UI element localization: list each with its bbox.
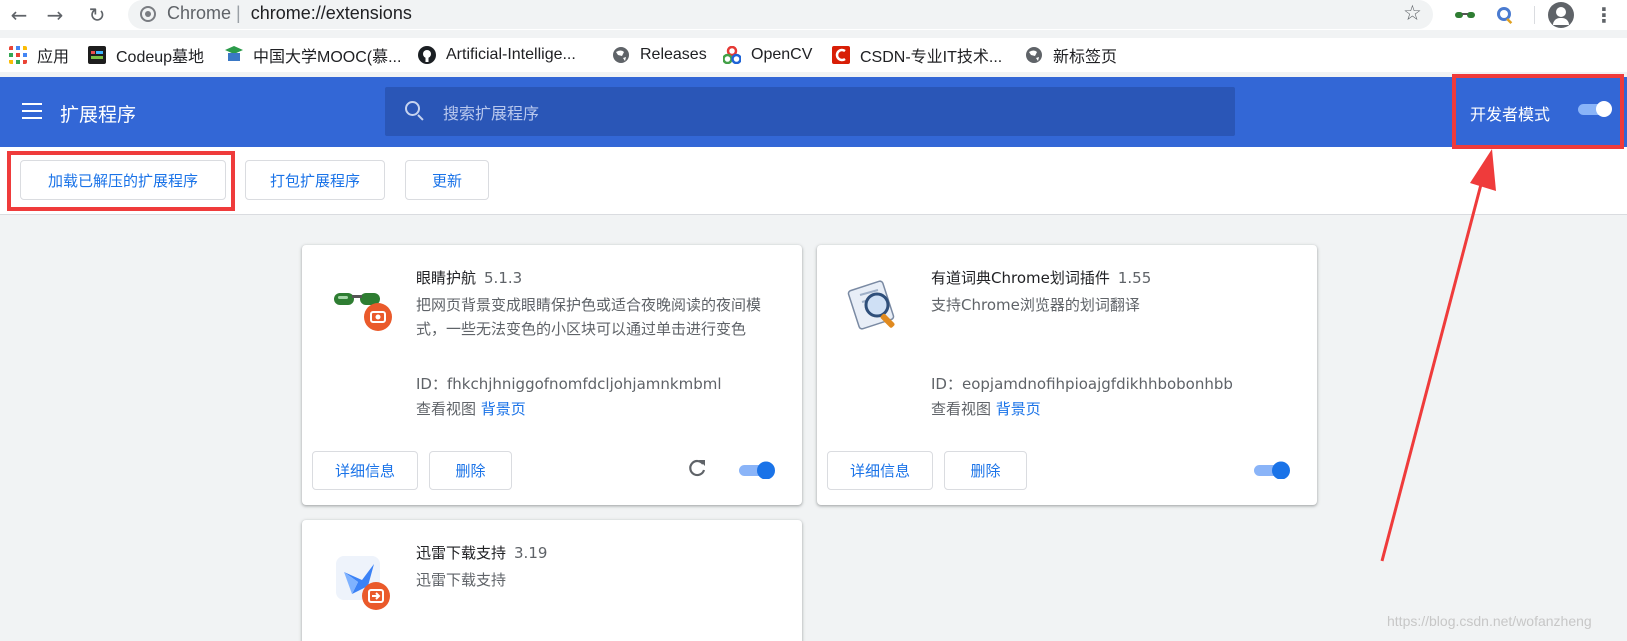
bookmark-apps[interactable]: 应用 xyxy=(9,42,69,68)
extension-name-text: 眼睛护航 xyxy=(416,269,477,287)
reload-extension-icon[interactable] xyxy=(686,457,708,479)
inspect-views: 查看视图 背景页 xyxy=(416,398,526,419)
bookmark-github[interactable]: Artificial-Intellige... xyxy=(418,42,576,68)
extensions-page: ← → ↻ Chrome | chrome://extensions ☆ ⋮ 应… xyxy=(0,0,1627,641)
extension-version: 5.1.3 xyxy=(484,269,523,287)
extension-description: 支持Chrome浏览器的划词翻译 xyxy=(931,296,1140,314)
globe-icon xyxy=(1026,47,1042,63)
id-label: ID： xyxy=(416,375,447,393)
page-title: 扩展程序 xyxy=(60,104,137,126)
views-label: 查看视图 xyxy=(931,400,992,418)
globe-icon xyxy=(613,47,629,63)
back-icon[interactable]: ← xyxy=(6,2,32,28)
extension-name: 眼睛护航 5.1.3 xyxy=(416,267,522,288)
views-label: 查看视图 xyxy=(416,400,477,418)
bookmark-csdn[interactable]: CSDN-专业IT技术... xyxy=(832,42,1002,68)
extensions-header: 扩展程序 搜索扩展程序 开发者模式 xyxy=(0,77,1627,147)
extension-description: 迅雷下载支持 xyxy=(416,571,507,589)
extension-enable-toggle[interactable] xyxy=(1253,461,1291,479)
background-page-link[interactable]: 背景页 xyxy=(481,400,526,418)
bookmark-label: 中国大学MOOC(慕... xyxy=(253,49,402,66)
extension-name: 迅雷下载支持 3.19 xyxy=(416,542,547,563)
apps-grid-icon xyxy=(9,46,27,64)
extension-card: 迅雷下载支持 3.19 迅雷下载支持 xyxy=(302,520,802,641)
github-icon xyxy=(418,46,436,64)
bookmark-newtab[interactable]: 新标签页 xyxy=(1025,42,1117,68)
extension-description: 把网页背景变成眼睛保护色或适合夜晚阅读的夜间模式，一些无法变色的小区块可以通过单… xyxy=(416,296,762,338)
youdao-toolbar-icon[interactable] xyxy=(1494,4,1516,26)
remove-button[interactable]: 删除 xyxy=(429,451,512,490)
bookmark-label: Releases xyxy=(640,46,707,63)
search-placeholder: 搜索扩展程序 xyxy=(443,104,540,123)
bookmark-mooc[interactable]: 中国大学MOOC(慕... xyxy=(225,42,401,68)
annotation-arrow xyxy=(1380,149,1496,562)
extension-card: 眼睛护航 5.1.3 把网页背景变成眼睛保护色或适合夜晚阅读的夜间模式，一些无法变… xyxy=(302,245,802,505)
inspect-views: 查看视图 背景页 xyxy=(931,398,1041,419)
remove-button[interactable]: 删除 xyxy=(944,451,1027,490)
eye-care-toolbar-icon[interactable] xyxy=(1454,4,1476,26)
extension-id: ID：fhkchjhniggofnomfdcljohjamnkmbml xyxy=(416,373,722,394)
bookmark-star-icon[interactable]: ☆ xyxy=(1403,1,1422,25)
details-button[interactable]: 详细信息 xyxy=(827,451,933,490)
extension-card: 有道词典Chrome划词插件 1.55 支持Chrome浏览器的划词翻译 ID：e… xyxy=(817,245,1317,505)
more-menu-icon[interactable]: ⋮ xyxy=(1594,3,1614,27)
details-button[interactable]: 详细信息 xyxy=(312,451,418,490)
bookmarks-bar: 应用 Codeup墓地 中国大学MOOC(慕... Artificial-Int… xyxy=(0,38,1627,72)
forward-icon[interactable]: → xyxy=(42,2,68,28)
search-icon xyxy=(405,101,420,116)
bookmark-label: CSDN-专业IT技术... xyxy=(860,49,1003,66)
bookmark-label: 应用 xyxy=(37,49,70,66)
omnibox-prefix: Chrome xyxy=(167,3,232,23)
watermark: https://blog.csdn.net/wofanzheng xyxy=(1387,613,1592,629)
extension-name-text: 迅雷下载支持 xyxy=(416,544,507,562)
csdn-icon xyxy=(832,46,850,64)
toolbar-divider xyxy=(1534,6,1535,24)
browser-toolbar: ← → ↻ Chrome | chrome://extensions ☆ ⋮ xyxy=(0,0,1627,30)
id-value: fhkchjhniggofnomfdcljohjamnkmbml xyxy=(446,375,722,393)
codeup-icon xyxy=(88,46,106,64)
bookmark-opencv[interactable]: OpenCV xyxy=(723,42,812,68)
extension-name: 有道词典Chrome划词插件 1.55 xyxy=(931,267,1151,288)
id-label: ID： xyxy=(931,375,962,393)
omnibox-separator: | xyxy=(236,3,241,23)
extension-enable-toggle[interactable] xyxy=(738,461,776,479)
thunder-extension-icon xyxy=(336,556,390,610)
reload-icon[interactable]: ↻ xyxy=(84,2,110,28)
extensions-search-input[interactable]: 搜索扩展程序 xyxy=(385,87,1235,136)
bookmark-label: 新标签页 xyxy=(1053,49,1118,66)
bookmark-label: Artificial-Intellige... xyxy=(446,46,576,63)
extension-version: 1.55 xyxy=(1117,269,1152,287)
hamburger-menu-icon[interactable] xyxy=(22,103,42,119)
bookmark-codeup[interactable]: Codeup墓地 xyxy=(88,42,204,68)
opencv-icon xyxy=(723,46,741,64)
update-button[interactable]: 更新 xyxy=(405,160,489,200)
bookmark-label: OpenCV xyxy=(751,46,813,63)
background-page-link[interactable]: 背景页 xyxy=(996,400,1041,418)
id-value: eopjamdnofihpioajgfdikhhbobonhbb xyxy=(961,375,1233,393)
mooc-icon xyxy=(225,46,243,61)
annotation-box-developer-mode xyxy=(1452,74,1624,149)
annotation-box-load-unpacked xyxy=(7,151,235,211)
pack-extension-button[interactable]: 打包扩展程序 xyxy=(245,160,385,200)
youdao-extension-icon xyxy=(847,280,895,330)
extension-name-text: 有道词典Chrome划词插件 xyxy=(931,269,1110,287)
omnibox-text[interactable]: Chrome | chrome://extensions xyxy=(167,3,412,24)
bookmark-label: Codeup墓地 xyxy=(116,49,205,66)
chrome-page-icon xyxy=(140,6,156,22)
extension-id: ID：eopjamdnofihpioajgfdikhhbobonhbb xyxy=(931,373,1233,394)
bookmark-releases[interactable]: Releases xyxy=(612,42,707,68)
eye-care-extension-icon xyxy=(334,293,392,331)
omnibox-url: chrome://extensions xyxy=(250,3,412,23)
profile-avatar-icon[interactable] xyxy=(1548,2,1574,28)
extension-version: 3.19 xyxy=(514,544,548,562)
